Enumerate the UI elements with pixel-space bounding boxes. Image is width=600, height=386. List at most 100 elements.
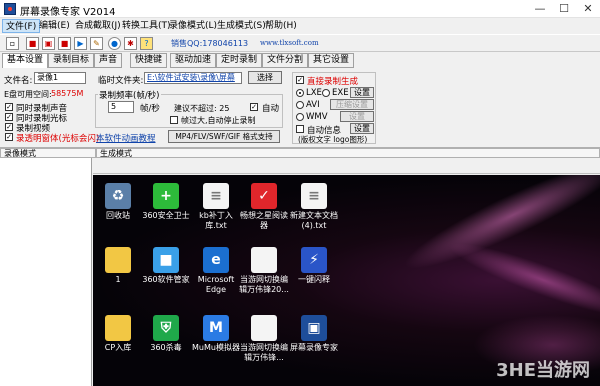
mumu-icon-glyph: M: [209, 320, 223, 336]
help-icon[interactable]: ?: [140, 37, 153, 50]
exe-label: EXE: [332, 88, 349, 98]
desktop-icon[interactable]: 当游网切换编辑万伟锋20...: [239, 247, 289, 295]
desktop-icon[interactable]: ≡ 新建文本文档(4).txt: [289, 183, 339, 231]
desktop-icon-label: 畅想之星阅读器: [240, 211, 288, 230]
sales-qq: 销售QQ:178046113: [171, 39, 249, 48]
rec-sound-checkbox[interactable]: ✓: [5, 103, 13, 111]
tab-hotkeys[interactable]: 快捷键: [130, 53, 168, 68]
desktop-icon[interactable]: ♻ 回收站: [93, 183, 143, 221]
reader-icon: ✓: [251, 183, 277, 209]
auto-info-checkbox[interactable]: [296, 125, 304, 133]
desktop-icon-label: 360软件管家: [142, 275, 190, 284]
record-icon[interactable]: ■: [26, 37, 39, 50]
rec-video-checkbox[interactable]: ✓: [5, 123, 13, 131]
settings-icon[interactable]: ✱: [124, 37, 137, 50]
tab-other[interactable]: 其它设置: [308, 53, 355, 68]
rec-transparent-checkbox[interactable]: ✓: [5, 133, 13, 141]
disk-free-label: E盘可用空间:: [4, 90, 52, 99]
maximize-button[interactable]: ☐: [552, 0, 576, 18]
desktop-icon[interactable]: ⛨ 360杀毒: [141, 315, 191, 353]
choose-button[interactable]: 选择: [248, 71, 282, 84]
website-link[interactable]: www.tlxsoft.com: [260, 39, 319, 47]
window-title: 屏幕录像专家 V2014: [20, 7, 116, 18]
wmv-settings-button[interactable]: 设置: [340, 111, 374, 122]
temp-folder-label: 临时文件夹:: [98, 76, 144, 86]
auto-stop-checkbox[interactable]: [170, 116, 178, 124]
desktop-icon[interactable]: ≡ kb补丁入库.txt: [191, 183, 241, 231]
text-file-icon-glyph: ≡: [308, 188, 320, 204]
desktop-icon-label: MuMu模拟器: [192, 343, 240, 352]
360-safe-icon-glyph: +: [160, 188, 172, 204]
recordings-list[interactable]: [0, 158, 92, 386]
fps-input[interactable]: 5: [108, 101, 134, 113]
avi-radio[interactable]: [296, 101, 304, 109]
temp-folder-input[interactable]: E:\软件试安装\录像\屏幕: [144, 72, 242, 84]
text-file-icon: ≡: [203, 183, 229, 209]
play-icon[interactable]: ▶: [74, 37, 87, 50]
flash-icon: ⚡: [301, 247, 327, 273]
format-support-button[interactable]: MP4/FLV/SWF/GIF 格式支持: [168, 130, 280, 143]
exe-radio[interactable]: [322, 89, 330, 97]
360-safe-icon: +: [153, 183, 179, 209]
360-av-icon: ⛨: [153, 315, 179, 341]
desktop-icon-label: 屏幕录像专家: [290, 343, 338, 352]
menu-file[interactable]: 文件(F): [2, 19, 41, 33]
lxe-settings-button[interactable]: 设置: [350, 87, 374, 98]
desktop-icon[interactable]: ⚡ 一键闪释: [289, 247, 339, 285]
auto-stop-label: 帧过大,自动停止录制: [181, 116, 256, 125]
desktop-icon-label: 一键闪释: [298, 275, 330, 284]
rec-cursor-checkbox[interactable]: ✓: [5, 113, 13, 121]
lxe-label: LXE: [306, 88, 322, 98]
desktop-icon[interactable]: ▣ 屏幕录像专家: [289, 315, 339, 353]
lxe-radio[interactable]: [296, 89, 304, 97]
edge-icon-glyph: e: [211, 252, 221, 268]
tool-icon[interactable]: ✎: [90, 37, 103, 50]
disk-free-value: 58575M: [51, 89, 84, 98]
menu-record-mode[interactable]: 录像模式(L): [166, 19, 220, 33]
desktop-icon-label: 360杀毒: [150, 343, 182, 352]
filename-input[interactable]: 录像1: [34, 72, 86, 84]
tab-sound[interactable]: 声音: [94, 53, 123, 68]
desktop-icon-label: Microsoft Edge: [197, 275, 235, 294]
new-file-icon[interactable]: ▫: [6, 37, 19, 50]
globe-icon[interactable]: ●: [108, 37, 121, 50]
rec-transparent-label: 录透明窗体(光标会闪): [16, 134, 100, 144]
tab-split[interactable]: 文件分割: [262, 53, 309, 68]
tab-record-target[interactable]: 录制目标: [48, 53, 95, 68]
close-button[interactable]: ✕: [576, 0, 600, 18]
stop-icon[interactable]: ■: [58, 37, 71, 50]
tab-bar: 基本设置 录制目标 声音 快捷键 驱动加速 定时录制 文件分割 其它设置: [0, 53, 600, 69]
desktop-icon[interactable]: e Microsoft Edge: [191, 247, 241, 295]
desktop-icon[interactable]: CP入库: [93, 315, 143, 353]
desktop-icon-label: 新建文本文档(4).txt: [290, 211, 338, 230]
direct-gen-checkbox[interactable]: ✓: [296, 76, 304, 84]
desktop-icon[interactable]: 1: [93, 247, 143, 285]
menu-edit[interactable]: 编辑(E): [36, 19, 73, 33]
tab-basic[interactable]: 基本设置: [2, 53, 49, 69]
menu-help[interactable]: 帮助(H): [262, 19, 300, 33]
tab-timer[interactable]: 定时录制: [216, 53, 263, 68]
info-settings-button[interactable]: 设置: [350, 123, 374, 134]
pause-icon[interactable]: ▣: [42, 37, 55, 50]
fps-group-title: 录制频率(帧/秒): [98, 89, 161, 101]
desktop-icon-label: 360安全卫士: [142, 211, 190, 220]
tutorial-link[interactable]: 本软件动画教程: [96, 132, 156, 144]
desktop-icon[interactable]: +360安全卫士: [141, 183, 191, 221]
tab-driver[interactable]: 驱动加速: [170, 53, 217, 68]
desktop-icon[interactable]: ✓ 畅想之星阅读器: [239, 183, 289, 231]
menu-compose[interactable]: 合成截取(J): [72, 19, 124, 33]
screen-recorder-icon-glyph: ▣: [307, 320, 321, 336]
recycle-bin-icon-glyph: ♻: [111, 188, 125, 204]
desktop-icon[interactable]: ■ 360软件管家: [141, 247, 191, 285]
auto-checkbox[interactable]: ✓: [250, 103, 258, 111]
compress-settings-button[interactable]: 压缩设置: [330, 99, 374, 110]
desktop-icon-label: CP入库: [104, 343, 132, 352]
text-file-icon: ≡: [301, 183, 327, 209]
generate-header: 生成模式: [96, 148, 600, 158]
wmv-radio[interactable]: [296, 113, 304, 121]
desktop-icon[interactable]: 当游网切换编辑万伟锋...: [239, 315, 289, 363]
desktop-icon[interactable]: M MuMu模拟器: [191, 315, 241, 353]
menu-generate-mode[interactable]: 生成模式(S): [214, 19, 269, 33]
menu-bar: 文件(F) 编辑(E) 合成截取(J) 转换工具(T) 录像模式(L) 生成模式…: [0, 18, 600, 34]
minimize-button[interactable]: —: [528, 0, 552, 18]
